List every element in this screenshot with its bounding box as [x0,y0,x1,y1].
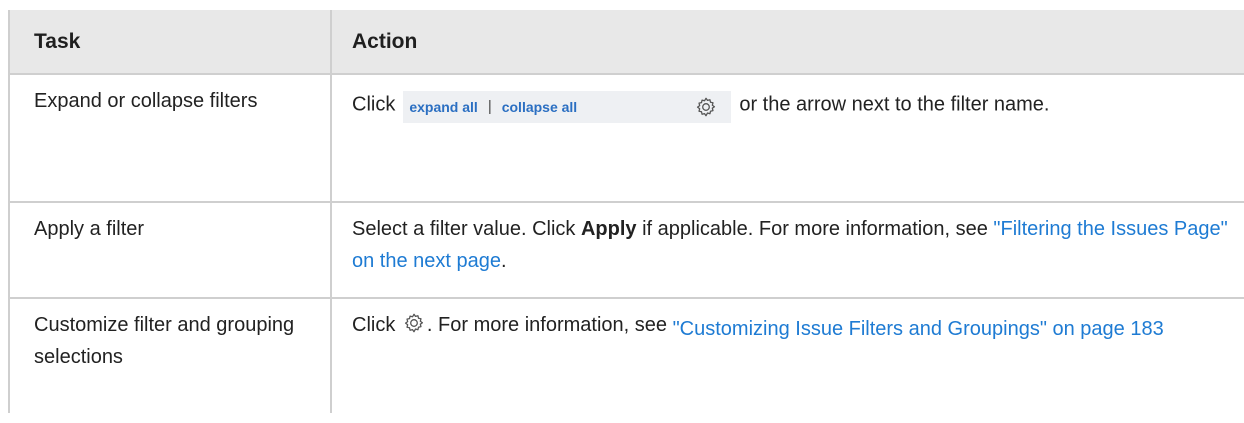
table-row: Expand or collapse filters Click expand a… [10,75,1244,203]
separator: | [487,98,492,115]
action-cell: Click . For more information, see "Custo… [332,299,1244,413]
apply-label: Apply [580,218,637,240]
customizing-filters-link[interactable]: "Customizing Issue Filters and Groupings… [673,318,1164,340]
task-cell: Apply a filter [10,203,332,297]
expand-collapse-toolbar: expand all | collapse all [403,91,732,123]
action-text-suffix: or the arrow next to the filter name. [739,93,1050,116]
action-text: Select a filter value. Click [352,218,576,240]
gear-icon[interactable] [695,96,717,118]
expand-all-link[interactable]: expand all [409,91,477,123]
task-cell: Customize filter and grouping selections [10,299,332,413]
action-text-2: if applicable. For more information, see [642,218,988,240]
gear-icon[interactable] [403,312,425,334]
header-action: Action [352,29,418,53]
action-text: Click [352,93,396,116]
action-text-mid: . For more information, see [426,314,667,336]
header-task: Task [10,10,332,73]
table-row: Customize filter and grouping selections… [10,299,1244,413]
task-cell: Expand or collapse filters [10,75,332,201]
action-text: Click [352,314,396,336]
table-header: Task Action [10,10,1244,75]
action-end: . [501,250,507,272]
table-row: Apply a filter Select a filter value. Cl… [10,203,1244,299]
action-cell: Click expand all | collapse all or the arrow… [332,75,1244,201]
action-cell: Select a filter value. Click Apply if ap… [332,203,1244,297]
collapse-all-link[interactable]: collapse all [502,91,577,123]
task-action-table: Task Action Expand or collapse filters C… [8,10,1244,413]
